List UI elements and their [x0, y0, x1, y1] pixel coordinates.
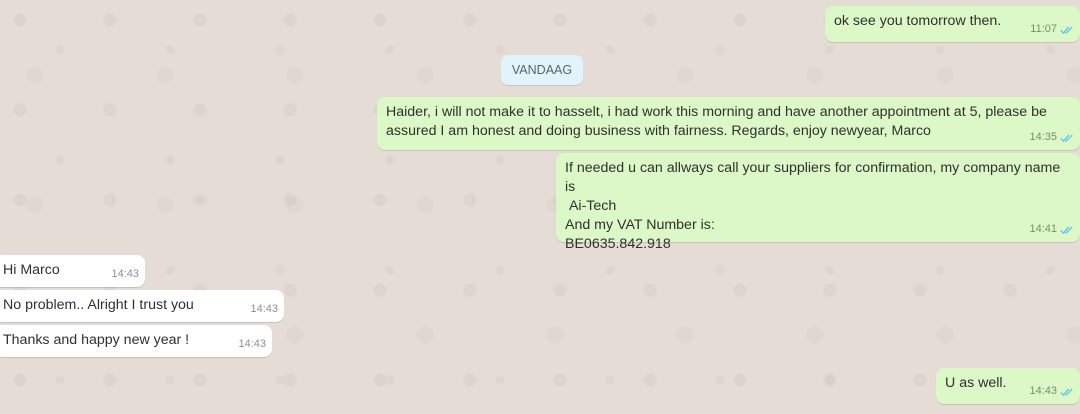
message-time: 14:43	[238, 338, 266, 350]
message-meta: 11:07	[1030, 20, 1074, 39]
message-time: 14:35	[1029, 131, 1057, 143]
message-outgoing[interactable]: If needed u can allways call your suppli…	[556, 153, 1080, 252]
message-meta: 14:43	[250, 300, 278, 319]
message-incoming[interactable]: No problem.. Alright I trust you 14:43	[0, 290, 284, 322]
double-check-icon	[1060, 226, 1073, 234]
message-outgoing[interactable]: Haider, i will not make it to hasselt, i…	[377, 97, 1080, 150]
message-meta: 14:41	[1029, 220, 1074, 239]
chat-panel: ok see you tomorrow then. 11:07 VANDAAG …	[0, 0, 1080, 414]
message-text: Thanks and happy new year !	[3, 332, 190, 348]
message-time: 14:43	[250, 303, 278, 315]
double-check-icon	[1060, 134, 1073, 142]
message-meta: 14:35	[1029, 128, 1074, 147]
message-time: 11:07	[1030, 23, 1057, 35]
date-divider: VANDAAG	[501, 55, 583, 85]
double-check-icon	[1060, 26, 1073, 34]
message-incoming[interactable]: Hi Marco 14:43	[0, 255, 145, 287]
message-meta: 14:43	[111, 265, 139, 284]
message-meta: 14:43	[238, 335, 266, 354]
message-text: If needed u can allways call your suppli…	[565, 160, 1061, 252]
message-text: No problem.. Alright I trust you	[3, 297, 194, 313]
message-text: Haider, i will not make it to hasselt, i…	[386, 104, 1051, 139]
message-time: 14:43	[1029, 385, 1057, 397]
message-time: 14:43	[111, 268, 139, 280]
message-time: 14:41	[1029, 223, 1057, 235]
message-meta: 14:43	[1029, 382, 1074, 401]
double-check-icon	[1060, 388, 1073, 396]
message-incoming[interactable]: Thanks and happy new year ! 14:43	[0, 325, 272, 357]
message-outgoing[interactable]: ok see you tomorrow then. 11:07	[825, 6, 1080, 42]
message-outgoing[interactable]: U as well. 14:43	[936, 368, 1080, 404]
